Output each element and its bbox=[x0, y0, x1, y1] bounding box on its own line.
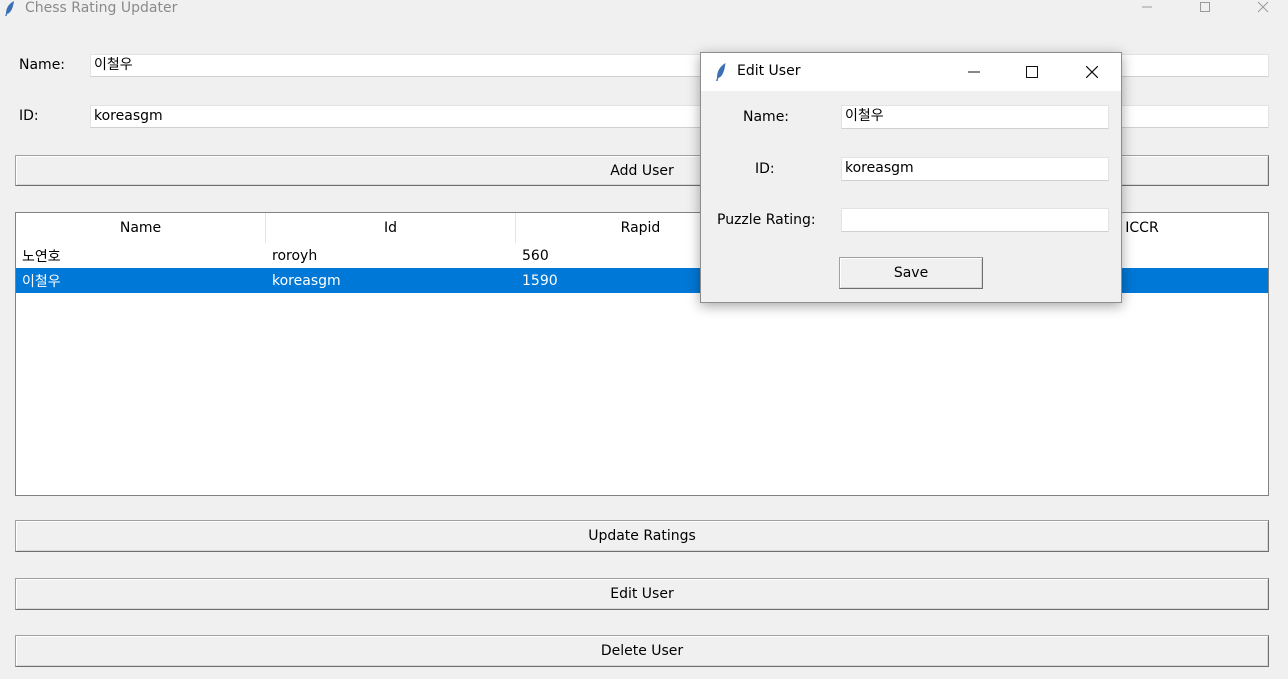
minimize-button[interactable] bbox=[1124, 0, 1170, 18]
dialog-maximize-button[interactable] bbox=[1003, 53, 1061, 91]
dialog-id-input[interactable]: koreasgm bbox=[841, 157, 1109, 181]
dialog-title: Edit User bbox=[737, 63, 801, 79]
update-ratings-button[interactable]: Update Ratings bbox=[15, 520, 1269, 552]
dialog-puzzle-label: Puzzle Rating: bbox=[717, 212, 816, 228]
dialog-name-label: Name: bbox=[743, 109, 790, 125]
dialog-id-value: koreasgm bbox=[845, 160, 914, 176]
dialog-puzzle-input[interactable] bbox=[841, 208, 1109, 232]
maximize-icon bbox=[1199, 1, 1211, 17]
column-header-name[interactable]: Name bbox=[16, 213, 266, 243]
dialog-name-value: 이철우 bbox=[845, 108, 884, 124]
edit-user-dialog: Edit User Name: 이철우 ID: koreasgm Puzzle … bbox=[700, 52, 1122, 303]
minimize-icon bbox=[968, 63, 980, 82]
cell-name: 이철우 bbox=[22, 273, 61, 290]
name-input-value: 이철우 bbox=[94, 57, 133, 73]
close-icon bbox=[1085, 63, 1099, 82]
close-icon bbox=[1257, 1, 1269, 17]
cell-id: roroyh bbox=[272, 247, 318, 264]
name-label: Name: bbox=[19, 57, 66, 73]
maximize-icon bbox=[1026, 63, 1038, 82]
edit-user-button[interactable]: Edit User bbox=[15, 578, 1269, 610]
main-titlebar: Chess Rating Updater bbox=[0, 0, 1288, 18]
column-header-id[interactable]: Id bbox=[266, 213, 516, 243]
cell-id: koreasgm bbox=[272, 272, 341, 289]
feather-icon bbox=[715, 63, 727, 85]
dialog-titlebar[interactable]: Edit User bbox=[701, 53, 1121, 91]
delete-user-button[interactable]: Delete User bbox=[15, 635, 1269, 667]
dialog-close-button[interactable] bbox=[1063, 53, 1121, 91]
feather-icon bbox=[4, 1, 16, 19]
cell-name: 노연호 bbox=[22, 248, 61, 265]
dialog-name-input[interactable]: 이철우 bbox=[841, 105, 1109, 129]
id-label: ID: bbox=[19, 108, 39, 124]
dialog-save-button[interactable]: Save bbox=[839, 257, 983, 289]
dialog-minimize-button[interactable] bbox=[945, 53, 1003, 91]
minimize-icon bbox=[1141, 1, 1153, 17]
close-button[interactable] bbox=[1240, 0, 1286, 18]
window-title: Chess Rating Updater bbox=[25, 0, 178, 16]
id-input-value: koreasgm bbox=[94, 108, 163, 124]
maximize-button[interactable] bbox=[1182, 0, 1228, 18]
dialog-id-label: ID: bbox=[755, 161, 775, 177]
